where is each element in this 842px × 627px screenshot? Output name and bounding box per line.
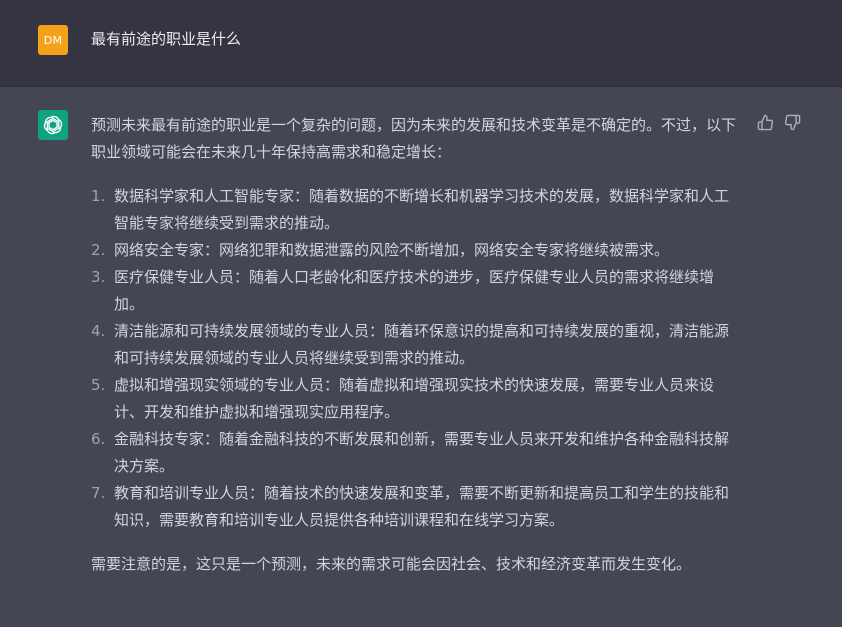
list-item-text: 金融科技专家：随着金融科技的不断发展和创新，需要专业人员来开发和维护各种金融科技… [114,430,730,475]
list-item: 2. 网络安全专家：网络犯罪和数据泄露的风险不断增加，网络安全专家将继续被需求。 [91,237,741,264]
career-list: 1. 数据科学家和人工智能专家：随着数据的不断增长和机器学习技术的发展，数据科学家… [91,183,741,534]
list-item: 7. 教育和培训专业人员：随着技术的快速发展和变革，需要不断更新和提高员工和学生的… [91,480,741,534]
assistant-message-content: 预测未来最有前途的职业是一个复杂的问题，因为未来的发展和技术变革是不确定的。不过… [91,112,741,578]
assistant-avatar [38,110,68,140]
list-item: 1. 数据科学家和人工智能专家：随着数据的不断增长和机器学习技术的发展，数据科学家… [91,183,741,237]
thumbs-down-button[interactable] [783,113,801,131]
list-item: 3. 医疗保健专业人员：随着人口老龄化和医疗技术的进步，医疗保健专业人员的需求将继… [91,264,741,318]
list-number: 2. [91,241,106,259]
list-item: 6. 金融科技专家：随着金融科技的不断发展和创新，需要专业人员来开发和维护各种金融… [91,426,741,480]
list-item-text: 医疗保健专业人员：随着人口老龄化和医疗技术的进步，医疗保健专业人员的需求将继续增… [114,268,715,313]
assistant-intro-text: 预测未来最有前途的职业是一个复杂的问题，因为未来的发展和技术变革是不确定的。不过… [91,116,737,161]
thumbs-up-icon [757,114,773,130]
list-number: 7. [91,484,106,502]
user-message-row: DM 最有前途的职业是什么 [0,0,842,87]
assistant-message-row: 预测未来最有前途的职业是一个复杂的问题，因为未来的发展和技术变革是不确定的。不过… [0,87,842,627]
thumbs-down-icon [784,114,800,130]
list-item: 4. 清洁能源和可持续发展领域的专业人员：随着环保意识的提高和可持续发展的重视，清… [91,318,741,372]
list-item-text: 教育和培训专业人员：随着技术的快速发展和变革，需要不断更新和提高员工和学生的技能… [114,484,730,529]
list-item-text: 网络安全专家：网络犯罪和数据泄露的风险不断增加，网络安全专家将继续被需求。 [114,241,670,259]
list-number: 1. [91,187,106,205]
list-number: 5. [91,376,106,394]
openai-logo-icon [43,115,63,135]
list-number: 6. [91,430,106,448]
list-item-text: 数据科学家和人工智能专家：随着数据的不断增长和机器学习技术的发展，数据科学家和人… [114,187,730,232]
user-avatar: DM [38,25,68,55]
list-number: 4. [91,322,106,340]
list-item: 5. 虚拟和增强现实领域的专业人员：随着虚拟和增强现实技术的快速发展，需要专业人员… [91,372,741,426]
list-item-text: 虚拟和增强现实领域的专业人员：随着虚拟和增强现实技术的快速发展，需要专业人员来设… [114,376,715,421]
assistant-outro-text: 需要注意的是，这只是一个预测，未来的需求可能会因社会、技术和经济变革而发生变化。 [91,555,692,573]
user-message-text: 最有前途的职业是什么 [91,30,242,48]
list-item-text: 清洁能源和可持续发展领域的专业人员：随着环保意识的提高和可持续发展的重视，清洁能… [114,322,730,367]
thumbs-up-button[interactable] [756,113,774,131]
list-number: 3. [91,268,106,286]
